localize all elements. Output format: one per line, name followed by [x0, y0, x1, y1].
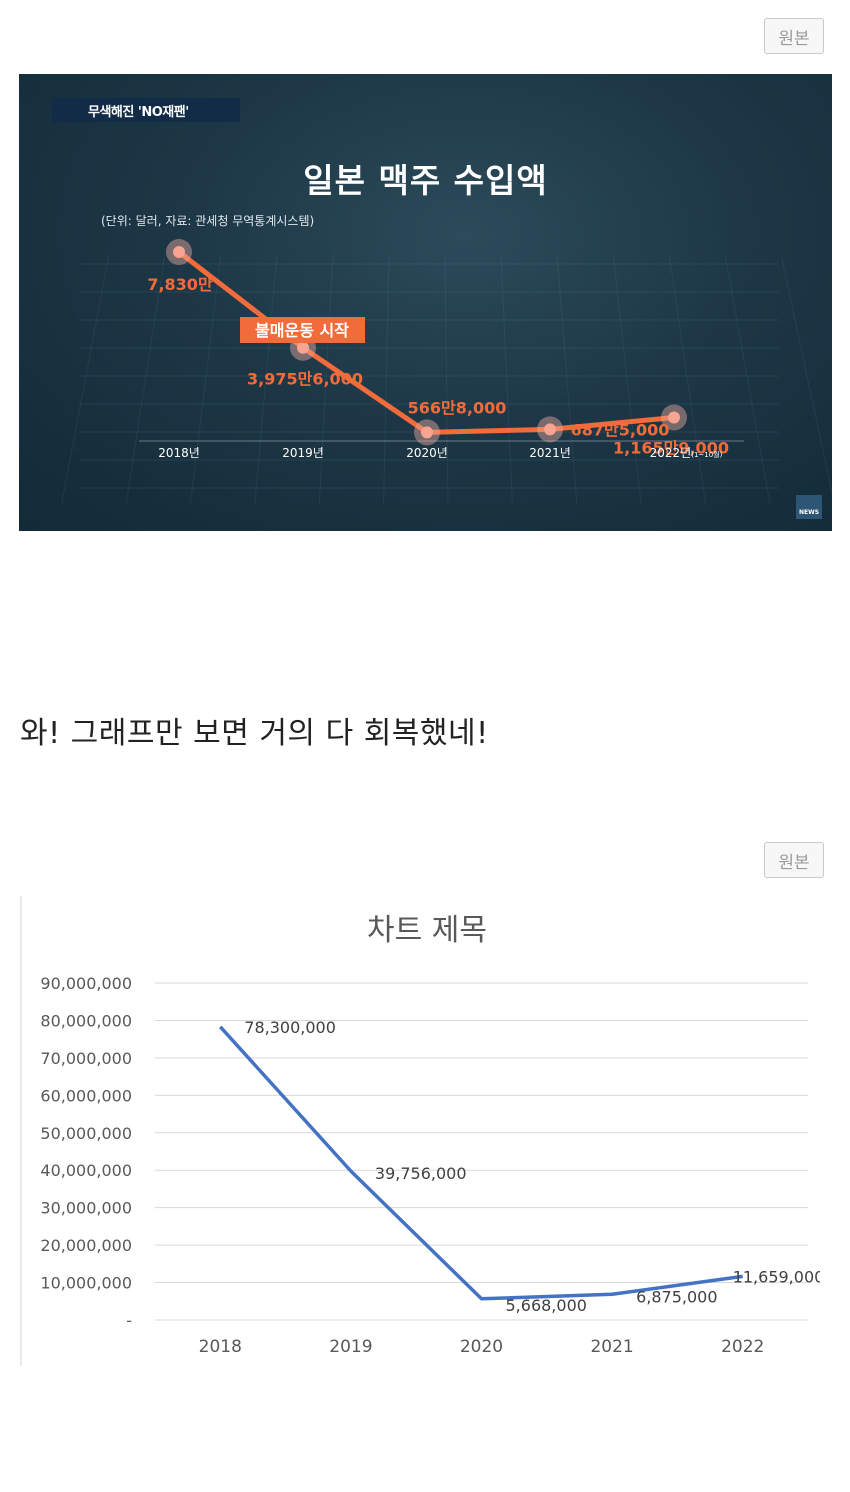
news-data-label: 566만8,000	[408, 398, 507, 417]
news-logo: NEWS	[796, 495, 822, 519]
excel-x-tick-label: 2020	[460, 1337, 503, 1357]
news-annotation-label: 불매운동 시작	[255, 321, 349, 340]
news-data-point	[421, 426, 433, 439]
excel-y-tick-label: 80,000,000	[40, 1011, 132, 1030]
news-data-label: 3,975만6,000	[247, 370, 363, 389]
excel-chart-image: 차트 제목 - 10,000,000 20,000,000 30,000,000 40,0…	[20, 896, 820, 1366]
excel-y-tick-label: -	[126, 1311, 132, 1330]
excel-series-line	[219, 1025, 743, 1301]
news-x-tick-label: 2018년	[158, 446, 200, 460]
news-data-label: 7,830만	[147, 275, 213, 294]
excel-y-tick-label: 10,000,000	[40, 1274, 132, 1293]
excel-y-tick-label: 20,000,000	[40, 1236, 132, 1255]
news-chart-image: 7,830만 3,975만6,000 566만8,000 687만5,000 1,165…	[19, 74, 832, 531]
news-chart-subtitle: (단위: 달러, 자료: 관세청 무역통계시스템)	[101, 214, 315, 228]
news-data-point	[544, 423, 556, 436]
news-data-point	[173, 246, 185, 258]
caption-text: 와! 그래프만 보면 거의 다 회복했네!	[20, 716, 489, 751]
excel-chart-title: 차트 제목	[367, 913, 487, 948]
excel-x-tick-label: 2018	[199, 1337, 242, 1357]
news-data-point	[297, 341, 309, 354]
excel-data-label: 6,875,000	[636, 1287, 717, 1306]
news-x-tick-label: 2021년	[529, 446, 571, 460]
news-data-label: 687만5,000	[571, 420, 670, 439]
news-chart-svg: 7,830만3,975만6,000566만8,000687만5,0001,165…	[61, 239, 832, 505]
excel-y-tick-label: 90,000,000	[40, 974, 132, 993]
excel-data-label: 11,659,000	[733, 1267, 820, 1286]
excel-x-tick-label: 2019	[329, 1337, 372, 1357]
news-x-tick-label: 2019년	[282, 446, 324, 460]
excel-y-tick-label: 50,000,000	[40, 1124, 132, 1143]
news-x-tick-label: 2020년	[406, 446, 448, 460]
excel-x-tick-label: 2022	[721, 1337, 764, 1357]
excel-chart-svg: 차트 제목 - 10,000,000 20,000,000 30,000,000 40,0…	[20, 896, 820, 1366]
news-data-point	[668, 411, 680, 424]
news-tag: 무색해진 'NO재팬'	[52, 98, 240, 122]
news-chart-title: 일본 맥주 수입액	[303, 161, 548, 200]
news-grid-line	[780, 253, 832, 496]
excel-y-tick-label: 30,000,000	[40, 1199, 132, 1218]
excel-x-tick-label: 2021	[590, 1337, 633, 1357]
excel-y-tick-label: 60,000,000	[40, 1086, 132, 1105]
excel-y-tick-label: 40,000,000	[40, 1161, 132, 1180]
excel-data-label: 78,300,000	[244, 1018, 336, 1037]
original-image-button-2[interactable]: 원본	[764, 842, 824, 878]
original-image-button[interactable]: 원본	[764, 18, 824, 54]
excel-data-label: 5,668,000	[506, 1296, 587, 1315]
excel-y-tick-label: 70,000,000	[40, 1049, 132, 1068]
excel-data-label: 39,756,000	[375, 1164, 467, 1183]
